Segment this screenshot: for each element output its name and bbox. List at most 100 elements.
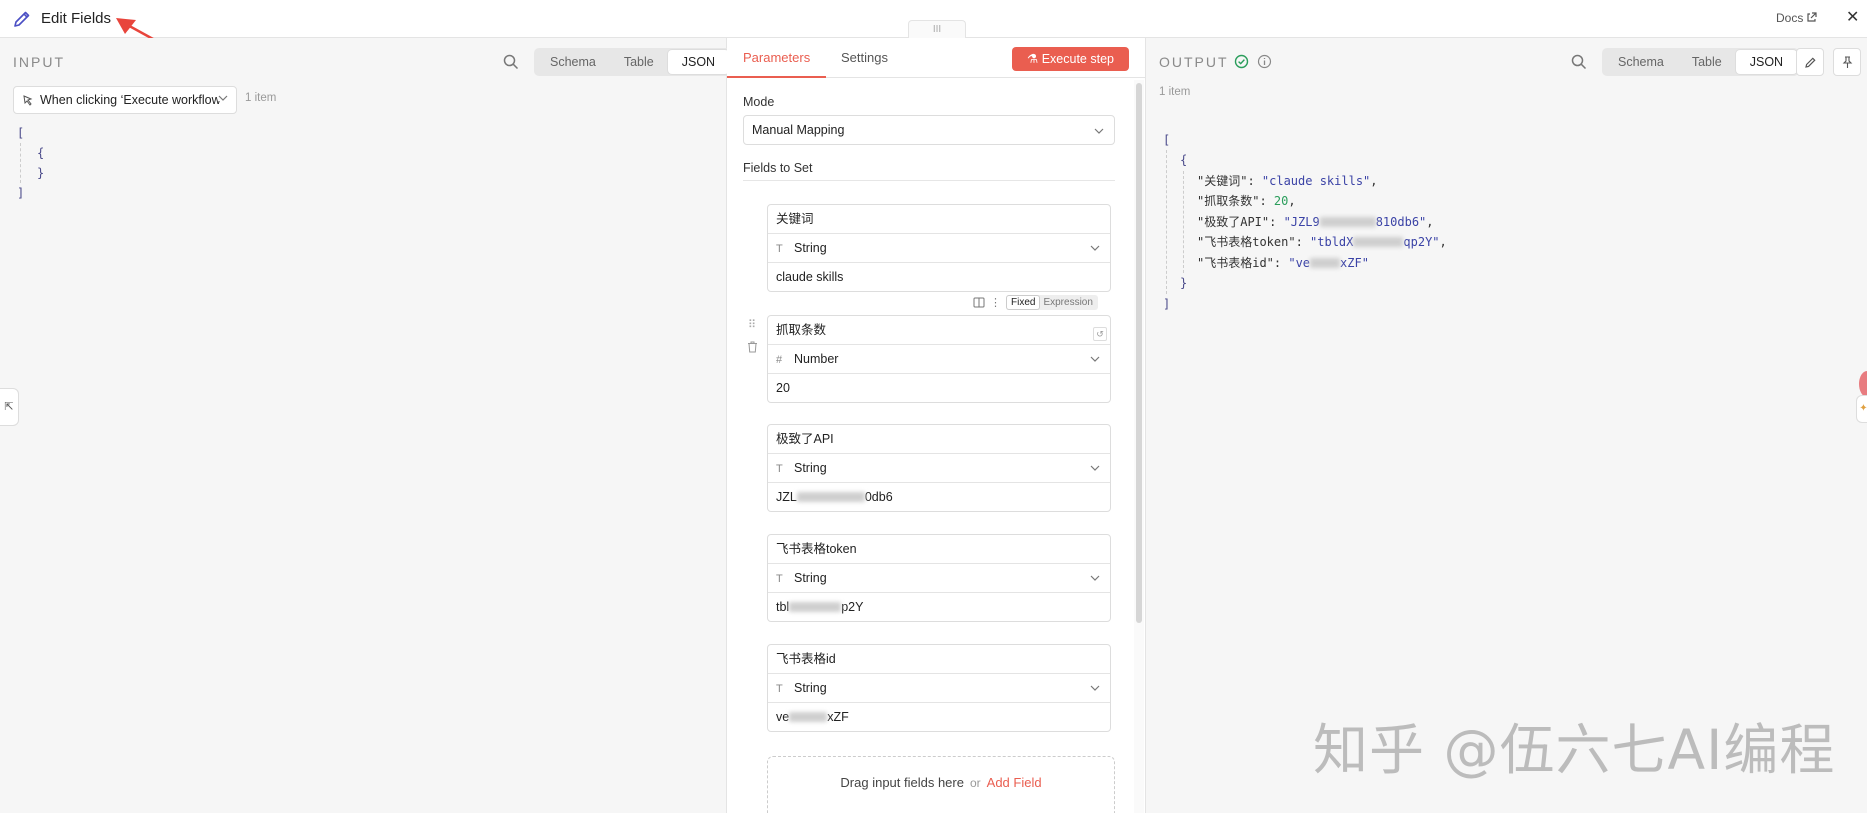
redacted-blur: [796, 492, 865, 502]
more-options-icon[interactable]: ⋮: [990, 296, 1001, 309]
view-schema[interactable]: Schema: [536, 50, 610, 74]
chevron-down-icon: [1090, 356, 1100, 362]
field-value: JZL: [776, 490, 797, 504]
field-value-input[interactable]: ve xZF: [768, 703, 1110, 732]
drop-zone-or: or: [969, 776, 981, 790]
chevron-down-icon: [1090, 575, 1100, 581]
fixed-expression-toggle: Fixed Expression: [1006, 294, 1098, 310]
view-table[interactable]: Table: [1678, 50, 1736, 74]
drag-handle-icon[interactable]: ⠿: [748, 320, 756, 331]
field-value-suffix: 0db6: [864, 490, 893, 504]
fields-to-set-label: Fields to Set: [743, 161, 813, 175]
pin-data-button[interactable]: [1833, 48, 1861, 76]
external-link-icon: [1807, 12, 1817, 22]
field-type-value: String: [794, 241, 827, 255]
add-field-button[interactable]: Add Field: [987, 775, 1042, 790]
text-type-icon: T: [776, 463, 783, 475]
success-check-icon: [1234, 54, 1249, 69]
text-type-icon: T: [776, 573, 783, 585]
input-node-select-value: When clicking ‘Execute workflow’: [40, 93, 224, 107]
reset-value-icon[interactable]: ↺: [1093, 327, 1107, 341]
field-type-select[interactable]: T String: [768, 674, 1110, 703]
json-entry: "飞书表格id": "ve xZF": [1197, 253, 1447, 274]
flask-icon: ⚗: [1027, 52, 1039, 66]
view-schema[interactable]: Schema: [1604, 50, 1678, 74]
chevron-down-icon: [1090, 245, 1100, 251]
output-label: OUTPUT: [1159, 54, 1229, 70]
field-type-select[interactable]: T String: [768, 454, 1110, 483]
watermark: 知乎 @伍六七AI编程: [1313, 718, 1836, 782]
field-value: 20: [776, 381, 790, 395]
view-table[interactable]: Table: [610, 50, 668, 74]
output-json-view: [{"关键词": "claude skills", "抓取条数": 20, "极致了…: [1163, 109, 1447, 355]
fixed-mode-button[interactable]: Fixed: [1007, 295, 1040, 309]
node-title[interactable]: Edit Fields: [41, 10, 111, 27]
redacted-blur: [1353, 237, 1404, 247]
json-indent: { }: [20, 143, 44, 183]
output-item-count: 1 item: [1159, 86, 1191, 98]
field-value-input[interactable]: 20: [768, 374, 1110, 403]
json-line: [: [17, 126, 25, 140]
field-value-input[interactable]: claude skills: [768, 263, 1110, 292]
view-json[interactable]: JSON: [667, 50, 730, 74]
field-name-input[interactable]: 极致了API: [768, 425, 1110, 454]
json-value-suffix: qp2Y": [1403, 235, 1440, 249]
edit-output-button[interactable]: [1796, 48, 1824, 76]
collapse-input-tab[interactable]: ⇱: [0, 388, 19, 426]
info-icon[interactable]: [1257, 54, 1272, 69]
search-icon[interactable]: [502, 53, 520, 71]
json-line: }: [1180, 276, 1188, 290]
output-panel: OUTPUT Schema Table JSON 1 item [{"关键词":…: [1146, 38, 1867, 813]
sparkle-icon[interactable]: ✦: [1856, 395, 1867, 423]
docs-link[interactable]: Docs: [1776, 11, 1817, 25]
input-json-view: [ { } ]: [17, 123, 44, 203]
trash-icon[interactable]: [747, 341, 758, 353]
tab-parameters[interactable]: Parameters: [743, 50, 810, 65]
input-label: INPUT: [13, 54, 65, 70]
json-entry: "极致了API": "JZL9 810db6",: [1197, 214, 1434, 229]
field-name-input[interactable]: 关键词: [768, 205, 1110, 234]
field-card: 飞书表格token T String tbl p2Y: [767, 534, 1111, 622]
json-value: "JZL9: [1283, 214, 1320, 229]
divider: [743, 180, 1115, 181]
redacted-blur: [789, 602, 842, 612]
mode-select[interactable]: Manual Mapping: [743, 115, 1115, 145]
json-key: "关键词":: [1197, 173, 1262, 188]
json-indent: {"关键词": "claude skills", "抓取条数": 20, "极致了A…: [1166, 150, 1447, 294]
drop-zone[interactable]: Drag input fields here or Add Field: [767, 756, 1115, 813]
view-json[interactable]: JSON: [1735, 50, 1798, 74]
json-value: "claude skills": [1261, 173, 1371, 188]
field-name-input[interactable]: 飞书表格id: [768, 645, 1110, 674]
field-value: tbl: [776, 600, 790, 614]
execute-step-button[interactable]: ⚗ Execute step: [1012, 47, 1129, 71]
field-type-value: Number: [794, 352, 839, 366]
field-type-select[interactable]: T String: [768, 564, 1110, 593]
field-card: 关键词 T String claude skills: [767, 204, 1111, 292]
field-value-input[interactable]: JZL 0db6: [768, 483, 1110, 512]
mode-select-value: Manual Mapping: [752, 123, 845, 137]
panel-toggle-icon[interactable]: [973, 297, 985, 308]
field-name-input[interactable]: 抓取条数: [768, 316, 1110, 345]
output-view-switch: Schema Table JSON: [1602, 48, 1800, 76]
input-node-select[interactable]: When clicking ‘Execute workflow’: [13, 86, 237, 114]
chevron-down-icon: [1094, 128, 1104, 134]
json-line: ]: [17, 186, 25, 200]
mode-label: Mode: [743, 95, 775, 109]
expression-mode-button[interactable]: Expression: [1039, 296, 1096, 309]
active-tab-indicator: [727, 76, 826, 78]
field-type-select[interactable]: # Number: [768, 345, 1110, 374]
close-button[interactable]: ✕: [1846, 10, 1859, 26]
field-type-value: String: [794, 681, 827, 695]
field-value-input[interactable]: tbl p2Y: [768, 593, 1110, 622]
tab-settings[interactable]: Settings: [841, 50, 888, 65]
field-type-select[interactable]: T String: [768, 234, 1110, 263]
scrollbar[interactable]: [1136, 83, 1142, 623]
field-card: 飞书表格id T String ve xZF: [767, 644, 1111, 732]
search-icon[interactable]: [1570, 53, 1588, 71]
redacted-blur: [789, 712, 828, 722]
json-line: {: [1180, 153, 1188, 167]
field-name-input[interactable]: 飞书表格token: [768, 535, 1110, 564]
input-item-count: 1 item: [245, 92, 277, 104]
panel-drag-handle[interactable]: III: [908, 20, 966, 38]
pencil-icon: [1805, 57, 1816, 68]
